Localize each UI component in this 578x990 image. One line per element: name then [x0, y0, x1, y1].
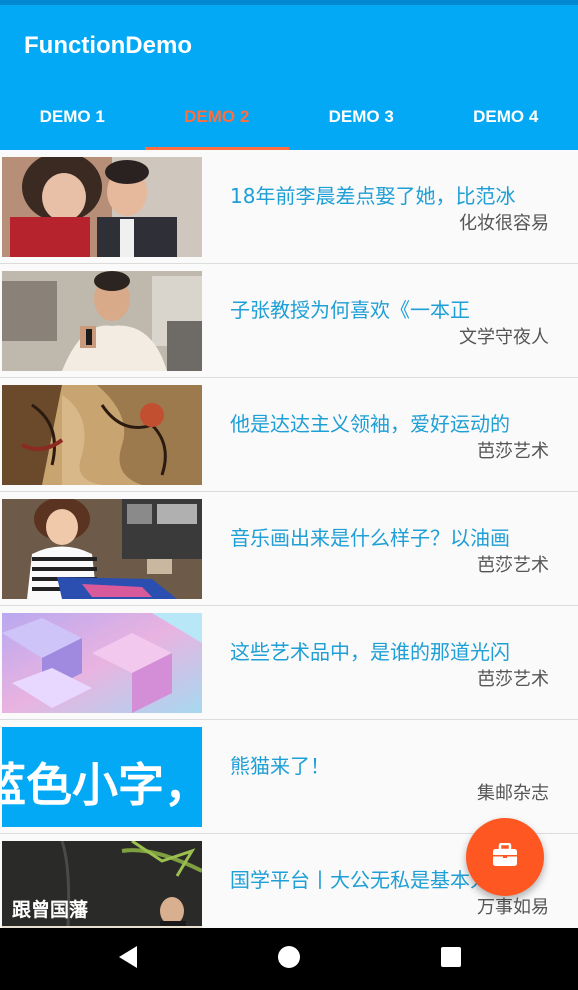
article-source: 万事如易 [477, 897, 549, 918]
article-source: 芭莎艺术 [477, 441, 549, 462]
tab-demo-2[interactable]: DEMO 2 [144, 93, 289, 150]
article-thumbnail [2, 385, 202, 485]
back-icon [117, 945, 139, 973]
home-button[interactable] [259, 928, 319, 990]
back-button[interactable] [98, 928, 158, 990]
briefcase-icon [492, 842, 518, 871]
article-title: 音乐画出来是什么样子？以油画 [230, 526, 510, 550]
briefcase-fab-button[interactable] [466, 818, 544, 896]
tab-demo-1[interactable]: DEMO 1 [0, 93, 145, 150]
recents-button[interactable] [421, 928, 481, 990]
app-title: FunctionDemo [24, 32, 192, 59]
home-icon [277, 945, 301, 973]
article-thumbnail [2, 157, 202, 257]
article-title: 他是达达主义领袖，爱好运动的 [230, 412, 510, 436]
app-bar: FunctionDemo DEMO 1 DEMO 2 DEMO 3 DEMO 4 [0, 5, 578, 150]
article-source: 集邮杂志 [477, 783, 549, 804]
article-source: 文学守夜人 [459, 327, 549, 348]
article-title: 18年前李晨差点娶了她，比范冰 [230, 184, 516, 208]
article-title: 子张教授为何喜欢《一本正 [230, 298, 470, 322]
tab-bar: DEMO 1 DEMO 2 DEMO 3 DEMO 4 [0, 93, 578, 150]
list-item[interactable]: 子张教授为何喜欢《一本正 文学守夜人 [0, 264, 578, 378]
article-source: 芭莎艺术 [477, 555, 549, 576]
thumbnail-text: 跟曾国藩 [12, 899, 89, 921]
article-thumbnail [2, 271, 202, 371]
article-thumbnail [2, 613, 202, 713]
article-title: 熊猫来了！ [230, 754, 330, 778]
navigation-bar [0, 928, 578, 990]
article-source: 芭莎艺术 [477, 669, 549, 690]
list-item[interactable]: 蓝色小字， 熊猫来了！ 集邮杂志 [0, 720, 578, 834]
list-item[interactable]: 音乐画出来是什么样子？以油画 芭莎艺术 [0, 492, 578, 606]
article-thumbnail [2, 499, 202, 599]
article-title: 这些艺术品中，是谁的那道光闪 [230, 640, 510, 664]
thumbnail-text: 蓝色小字， [2, 758, 202, 812]
tab-demo-4[interactable]: DEMO 4 [434, 93, 578, 150]
tab-demo-3[interactable]: DEMO 3 [289, 93, 434, 150]
article-source: 化妆很容易 [459, 213, 549, 234]
article-list[interactable]: 18年前李晨差点娶了她，比范冰 化妆很容易 子张教授为何喜欢《一本正 文学守夜人 [0, 150, 578, 928]
list-item[interactable]: 18年前李晨差点娶了她，比范冰 化妆很容易 [0, 150, 578, 264]
list-item[interactable]: 他是达达主义领袖，爱好运动的 芭莎艺术 [0, 378, 578, 492]
article-thumbnail: 跟曾国藩 [2, 841, 202, 928]
list-item[interactable]: 这些艺术品中，是谁的那道光闪 芭莎艺术 [0, 606, 578, 720]
tab-label: DEMO 2 [184, 107, 250, 126]
recents-icon [440, 946, 462, 972]
article-thumbnail: 蓝色小字， [2, 727, 202, 827]
